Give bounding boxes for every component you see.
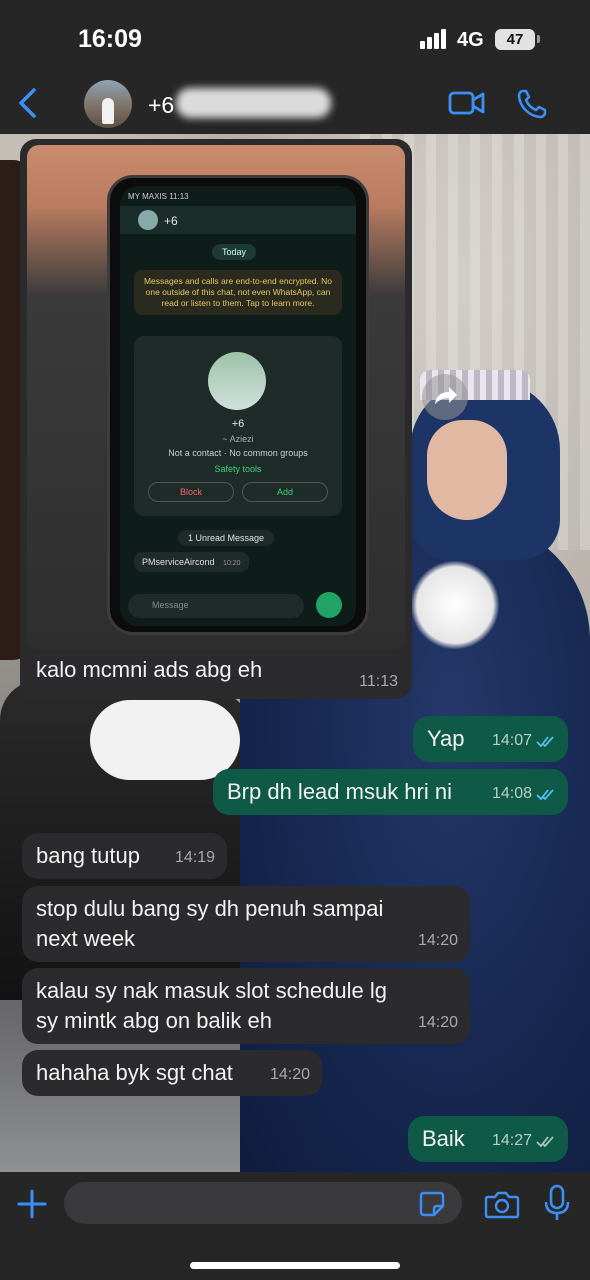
message-text: hahaha byk sgt chat — [36, 1060, 233, 1085]
message-bubble-incoming[interactable]: stop dulu bang sy dh penuh sampai next w… — [22, 886, 470, 962]
message-text: stop dulu bang sy dh penuh sampai next w… — [36, 896, 384, 951]
message-meta: 14:19 — [175, 843, 215, 873]
chat-header: +6 — [0, 72, 590, 134]
message-time: 14:27 — [491, 1132, 532, 1149]
message-text: Yap — [427, 726, 465, 751]
screen-mic-icon — [316, 592, 342, 618]
message-bubble-incoming[interactable]: bang tutup 14:19 — [22, 833, 227, 879]
message-input[interactable] — [64, 1182, 462, 1224]
screen-today-label: Today — [212, 244, 257, 260]
screen-add-button: Add — [242, 482, 328, 502]
message-time: 14:08 — [491, 785, 532, 802]
wallpaper-flowers — [410, 560, 500, 650]
screen-contact-alias: ~ Aziezi — [222, 434, 254, 444]
screen-block-button: Block — [148, 482, 234, 502]
screen-avatar — [138, 210, 158, 230]
photo-phone: MY MAXIS 11:13 +6 Today Messages and cal… — [107, 175, 369, 635]
screen-carrier: MY MAXIS 11:13 — [128, 192, 189, 201]
message-bubble-outgoing[interactable]: Yap 14:07 — [413, 716, 568, 762]
screen-contact-avatar — [208, 352, 266, 410]
battery-tip — [537, 35, 540, 43]
message-meta: 14:20 — [418, 926, 458, 956]
message-meta: 14:07 — [492, 726, 556, 756]
image-message[interactable]: MY MAXIS 11:13 +6 Today Messages and cal… — [20, 139, 412, 699]
screen-contact-card: +6 ~ Aziezi Not a contact · No common gr… — [134, 336, 342, 516]
message-time: 14:20 — [417, 1014, 458, 1031]
plus-icon[interactable] — [16, 1188, 48, 1220]
read-ticks-icon — [536, 736, 554, 747]
screen-number: +6 — [164, 214, 178, 228]
forward-button[interactable] — [422, 374, 468, 420]
forward-icon — [435, 387, 457, 404]
message-time: 14:19 — [174, 849, 215, 866]
message-photo[interactable]: MY MAXIS 11:13 +6 Today Messages and cal… — [27, 145, 405, 650]
video-call-icon[interactable] — [448, 90, 486, 116]
screen-message-input: Message — [128, 594, 304, 618]
message-bubble-outgoing[interactable]: Brp dh lead msuk hri ni 14:08 — [213, 769, 568, 815]
home-indicator[interactable] — [190, 1262, 400, 1269]
screen-header: +6 — [120, 206, 356, 234]
screen-message-time: 10:20 — [223, 560, 241, 567]
mic-icon[interactable] — [544, 1184, 570, 1222]
sticker-icon[interactable] — [418, 1190, 446, 1218]
message-time: 11:13 — [359, 673, 398, 690]
screen-message: PMserviceAircond 10:20 — [134, 552, 249, 572]
message-time: 14:20 — [269, 1066, 310, 1083]
message-time: 14:20 — [417, 932, 458, 949]
image-caption: kalo mcmni ads abg eh — [36, 657, 263, 682]
delivered-ticks-icon — [536, 1136, 554, 1147]
message-text: bang tutup — [36, 843, 140, 868]
wallpaper-glove — [90, 700, 240, 780]
message-bubble-incoming[interactable]: kalau sy nak masuk slot schedule lg sy m… — [22, 968, 470, 1044]
read-ticks-icon — [536, 789, 554, 800]
composer-bar — [0, 1172, 590, 1280]
message-text: Brp dh lead msuk hri ni — [227, 779, 452, 804]
camera-icon[interactable] — [484, 1188, 520, 1220]
message-meta: 14:20 — [270, 1060, 310, 1090]
screen-contact-number: +6 — [231, 418, 245, 430]
back-icon[interactable] — [14, 86, 42, 120]
screen-encryption-notice: Messages and calls are end-to-end encryp… — [134, 270, 342, 315]
screen-safety-tools: Safety tools — [214, 464, 262, 474]
voice-call-icon[interactable] — [516, 88, 548, 120]
photo-phone-screen: MY MAXIS 11:13 +6 Today Messages and cal… — [120, 186, 356, 626]
message-text: kalau sy nak masuk slot schedule lg sy m… — [36, 978, 387, 1033]
screen-contact-note: Not a contact · No common groups — [168, 448, 308, 458]
message-time: 14:07 — [491, 732, 532, 749]
message-text: Baik — [422, 1126, 465, 1151]
wallpaper-face — [427, 420, 507, 520]
battery-icon: 47 — [495, 29, 535, 50]
avatar[interactable] — [84, 80, 132, 128]
network-type: 4G — [457, 29, 484, 51]
message-meta: 14:08 — [492, 779, 556, 809]
screen-message-text: PMserviceAircond — [142, 557, 215, 567]
status-time: 16:09 — [78, 25, 142, 53]
message-bubble-incoming[interactable]: hahaha byk sgt chat 14:20 — [22, 1050, 322, 1096]
signal-icon — [420, 29, 448, 49]
screen-unread-label: 1 Unread Message — [178, 530, 275, 546]
contact-name-redaction — [176, 88, 331, 118]
status-bar: 16:09 4G 47 — [0, 0, 590, 72]
message-bubble-outgoing[interactable]: Baik 14:27 — [408, 1116, 568, 1162]
message-meta: 14:27 — [492, 1126, 556, 1156]
message-meta: 14:20 — [418, 1008, 458, 1038]
contact-name[interactable]: +6 — [148, 92, 174, 119]
